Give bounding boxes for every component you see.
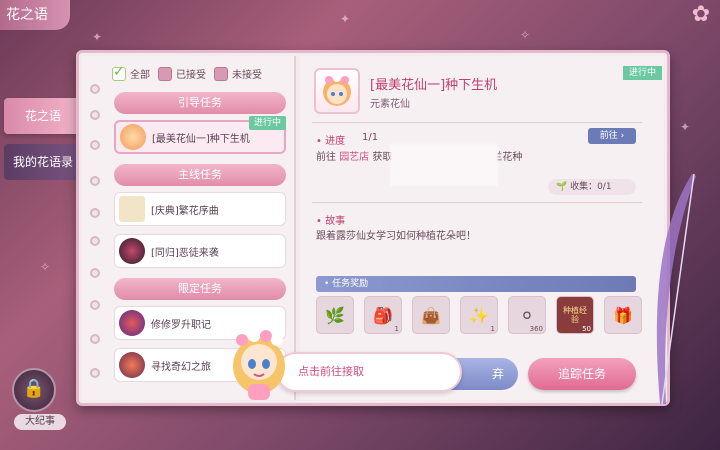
sprout-icon[interactable]: 🌿 xyxy=(316,296,354,334)
book-icon[interactable]: 种植经验 50 xyxy=(556,296,594,334)
fairy-guide-icon xyxy=(224,322,294,402)
sparkle-decoration: ✦ xyxy=(92,30,103,44)
binder-ring xyxy=(90,300,100,310)
task-title: [同归]恶徒来袭 xyxy=(151,247,219,259)
filter-not-accepted[interactable]: 未接受 xyxy=(214,66,262,81)
page-title: 花之语 xyxy=(0,0,70,30)
checkbox-icon xyxy=(112,64,126,81)
task-title: 寻找奇幻之旅 xyxy=(151,361,211,373)
chronicle-label: 大纪事 xyxy=(14,414,66,430)
seed-bag-icon[interactable]: 🎒 1 xyxy=(364,296,402,334)
binder-ring xyxy=(90,110,100,120)
feather-quill-icon xyxy=(648,168,708,408)
binder-ring xyxy=(90,84,100,94)
binder-ring xyxy=(90,236,100,246)
track-task-button[interactable]: 追踪任务 xyxy=(528,358,636,390)
filter-label: 未接受 xyxy=(232,70,262,81)
task-item-guide-1[interactable]: [最美花仙一]种下生机 进行中 xyxy=(114,116,286,154)
hint-bubble[interactable]: 点击前往接取 xyxy=(276,352,462,392)
reward-header: • 任务奖励 xyxy=(316,276,636,292)
character-avatar-icon xyxy=(119,310,145,336)
binder-ring xyxy=(90,334,100,344)
villain-avatar-icon xyxy=(119,238,145,264)
filter-all[interactable]: 全部 xyxy=(112,64,150,81)
scroll-icon xyxy=(119,196,145,222)
status-badge: 进行中 xyxy=(248,116,286,130)
lock-icon: 🔒 xyxy=(22,378,46,399)
collect-counter: 🌱 收集：0/1 xyxy=(548,179,636,195)
checkbox-icon xyxy=(158,66,172,81)
sparkle-decoration: ✦ xyxy=(680,120,691,134)
gift-icon[interactable]: 🎁 xyxy=(604,296,642,334)
filter-label: 全部 xyxy=(130,70,150,81)
tab-my-flower-records[interactable]: 我的花语录 xyxy=(4,144,82,180)
goto-button[interactable]: 前往 › xyxy=(588,128,636,144)
task-item-main-2[interactable]: [同归]恶徒来袭 xyxy=(114,234,286,268)
task-title: [庆典]繁花序曲 xyxy=(151,205,219,217)
checkbox-icon xyxy=(214,66,228,81)
binder-ring xyxy=(90,140,100,150)
progress-label: • 进度 xyxy=(316,136,346,147)
fairy-avatar-icon xyxy=(120,124,146,150)
tab-flower-language[interactable]: 花之语 xyxy=(4,98,82,134)
story-label: • 故事 xyxy=(316,216,346,227)
sparkle-icon[interactable]: ✨ 1 xyxy=(460,296,498,334)
filter-accepted[interactable]: 已接受 xyxy=(158,66,206,81)
story-text: 跟着露莎仙女学习如何种植花朵吧！ xyxy=(316,231,476,242)
blurred-area xyxy=(390,144,498,186)
sparkle-decoration: ✧ xyxy=(520,28,531,42)
character-avatar-icon xyxy=(119,352,145,378)
task-title: [最美花仙一]种下生机 xyxy=(152,133,250,145)
pearl-icon[interactable]: ⚪ 360 xyxy=(508,296,546,334)
binder-ring xyxy=(90,268,100,278)
close-flower-icon[interactable]: ✿ xyxy=(686,2,716,28)
binder-ring xyxy=(90,368,100,378)
sparkle-decoration: ✧ xyxy=(40,260,51,274)
green-bag-icon[interactable]: 👜 xyxy=(412,296,450,334)
chronicle-button[interactable]: 🔒 xyxy=(12,368,56,412)
divider xyxy=(312,122,642,123)
section-main-tasks: 主线任务 xyxy=(114,164,286,186)
progress-value: 1/1 xyxy=(362,132,379,143)
status-badge: 进行中 xyxy=(622,66,662,80)
sparkle-decoration: ✦ xyxy=(340,12,351,26)
task-title: 修修罗升职记 xyxy=(151,319,211,331)
section-limited-tasks: 限定任务 xyxy=(114,278,286,300)
fairy-portrait-icon xyxy=(314,68,360,114)
task-detail-title: [最美花仙一]种下生机 xyxy=(370,78,498,93)
filter-label: 已接受 xyxy=(176,70,206,81)
binder-ring xyxy=(90,176,100,186)
task-filters: 全部 已接受 未接受 xyxy=(112,64,262,81)
reward-list: 🌿 🎒 1 👜 ✨ 1 ⚪ 360 种植经验 50 🎁 xyxy=(316,296,642,334)
divider xyxy=(312,202,642,203)
section-guide-tasks: 引导任务 xyxy=(114,92,286,114)
binder-ring xyxy=(90,208,100,218)
task-detail-subtitle: 元素花仙 xyxy=(370,99,410,110)
task-item-main-1[interactable]: [庆典]繁花序曲 xyxy=(114,192,286,226)
